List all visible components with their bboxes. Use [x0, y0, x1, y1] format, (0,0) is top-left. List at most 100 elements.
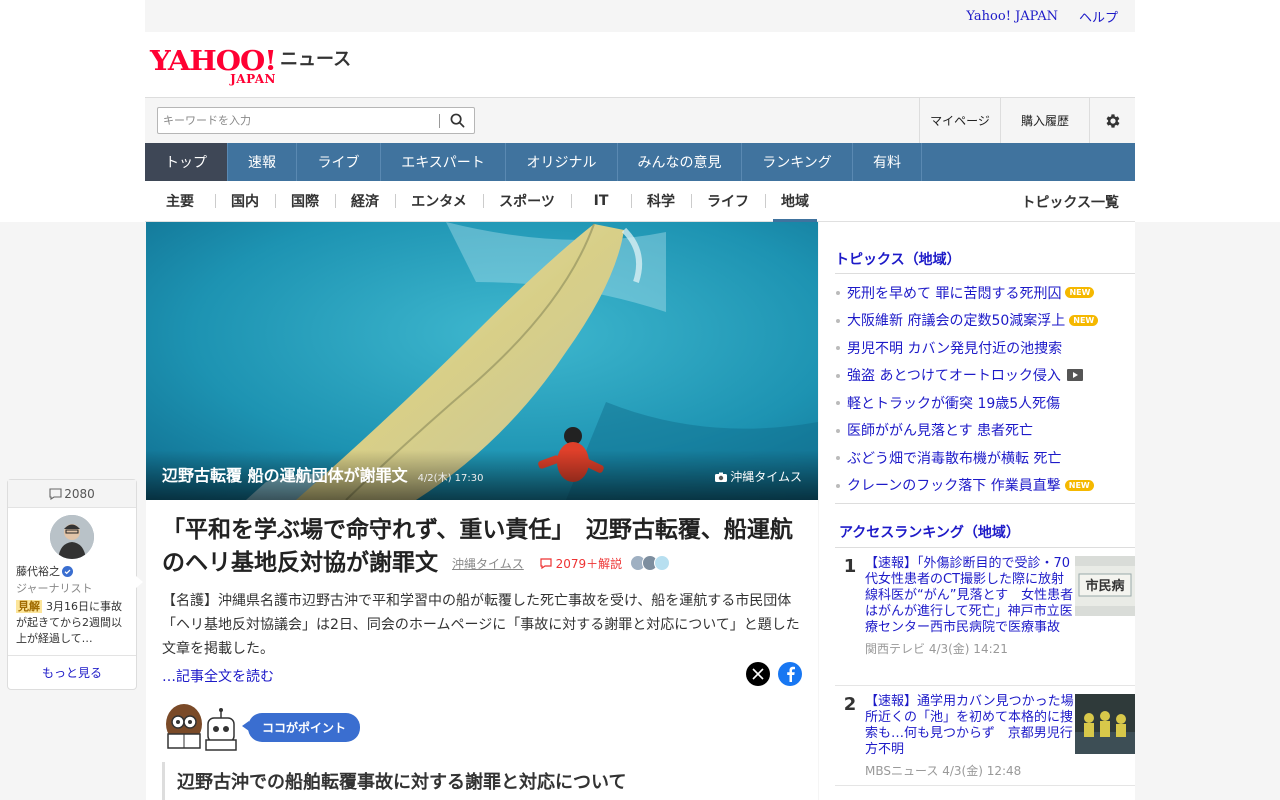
hero-title[interactable]: 辺野古転覆 船の運航団体が謝罪文 — [162, 462, 408, 486]
topics-heading[interactable]: トピックス（地域） — [835, 222, 1135, 274]
subtab-it[interactable]: IT — [571, 181, 631, 222]
see-more-button[interactable]: もっと見る — [8, 655, 136, 689]
tab-opinions[interactable]: みんなの意見 — [618, 143, 742, 181]
rank-title: 【速報】「外傷診断目的で受診・70代女性患者のCT撮影した際に放射線科医が“がん… — [865, 556, 1074, 635]
subtab-domestic[interactable]: 国内 — [215, 181, 275, 222]
tab-breaking[interactable]: 速報 — [228, 143, 297, 181]
yahoo-news-logo[interactable]: YAHOO! JAPAN ニュース — [150, 44, 352, 84]
hero-caption: 辺野古転覆 船の運航団体が謝罪文 4/2(木) 17:30 沖縄タイムス — [146, 450, 818, 500]
svg-text:市民病: 市民病 — [1085, 578, 1124, 594]
subtab-international[interactable]: 国際 — [275, 181, 335, 222]
facebook-logo-icon — [787, 666, 795, 682]
expert-role: ジャーナリスト — [16, 582, 93, 595]
subtab-life[interactable]: ライフ — [691, 181, 765, 222]
article-lead: 【名護】沖縄県名護市辺野古沖で平和学習中の船が転覆した死亡事故を受け、船を運航す… — [162, 593, 800, 657]
search-box — [157, 107, 475, 134]
subtab-local[interactable]: 地域 — [765, 181, 825, 222]
tab-live[interactable]: ライブ — [297, 143, 381, 181]
read-full-article-link[interactable]: …記事全文を読む — [162, 665, 802, 687]
topic-item[interactable]: 大阪維新 府議会の定数50減案浮上 NEW — [835, 307, 1135, 335]
expert-comment-text[interactable]: 見解 3月16日に事故が起きてから2週間以上が経過して… — [8, 596, 136, 654]
search-icon — [450, 113, 464, 128]
search-bar: マイページ 購入履歴 — [145, 98, 1135, 143]
topic-item[interactable]: 医師ががん見落とす 患者死亡 — [835, 417, 1135, 445]
verified-icon — [62, 565, 73, 577]
share-facebook-button[interactable] — [778, 662, 802, 686]
mypage-link[interactable]: マイページ — [919, 98, 1000, 143]
comment-icon — [540, 558, 552, 570]
ranking-item[interactable]: 1 【速報】「外傷診断目的で受診・70代女性患者のCT撮影した際に放射線科医が“… — [835, 548, 1135, 686]
purchase-history-link[interactable]: 購入履歴 — [1000, 98, 1089, 143]
account-menu: マイページ 購入履歴 — [919, 98, 1135, 143]
avatar — [654, 555, 670, 571]
mascot-icon — [166, 704, 237, 751]
topic-item[interactable]: 男児不明 カバン発見付近の池捜索 — [835, 334, 1135, 362]
logo-yahoo-text: YAHOO! — [150, 44, 277, 77]
subtab-economy[interactable]: 経済 — [335, 181, 395, 222]
subtab-science[interactable]: 科学 — [631, 181, 691, 222]
tab-ranking[interactable]: ランキング — [742, 143, 853, 181]
hospital-thumbnail: 市民病 — [1075, 556, 1135, 616]
point-label: ココがポイント — [241, 712, 361, 742]
sub-navigation: 主要 国内 国際 経済 エンタメ スポーツ IT 科学 ライフ 地域 トピックス… — [145, 181, 1135, 222]
share-x-button[interactable] — [746, 662, 770, 686]
article-headline: 「平和を学ぶ場で命守れず、重い責任」 辺野古転覆、船運航のヘリ基地反対協が謝罪文… — [162, 517, 793, 576]
yahoo-japan-link[interactable]: Yahoo! JAPAN — [966, 9, 1058, 24]
expert-name[interactable]: 藤代裕之 — [8, 563, 136, 579]
point-section-header: ココがポイント — [162, 702, 361, 752]
video-icon — [1066, 369, 1083, 382]
comment-icon — [49, 487, 62, 500]
rank-meta: MBSニュース 4/3(金) 12:48 — [865, 764, 1022, 778]
ranking-heading[interactable]: アクセスランキング（地域） — [835, 504, 1135, 548]
search-team-thumbnail — [1075, 694, 1135, 754]
subtab-entertainment[interactable]: エンタメ — [395, 181, 483, 222]
expert-comment-count[interactable]: 2080 — [8, 480, 136, 508]
topic-item[interactable]: 強盗 あとつけてオートロック侵入 — [835, 362, 1135, 390]
camera-icon — [715, 472, 728, 482]
ranking-item[interactable]: 2 【速報】通学用カバン見つかった場所近くの「池」を初めて本格的に捜索も…何も見… — [835, 686, 1135, 786]
logo-row: YAHOO! JAPAN ニュース — [145, 32, 1135, 98]
article-source[interactable]: 沖縄タイムス — [452, 557, 524, 571]
utility-bar: Yahoo! JAPAN ヘルプ — [145, 0, 1135, 32]
topic-item[interactable]: 軽とトラックが衝突 19歳5人死傷 — [835, 389, 1135, 417]
share-buttons — [746, 662, 802, 686]
new-badge: NEW — [1064, 479, 1094, 491]
avatar[interactable] — [50, 515, 94, 559]
topic-item[interactable]: ぶどう畑で消毒散布機が横転 死亡 — [835, 444, 1135, 472]
search-input[interactable] — [158, 108, 439, 133]
search-button[interactable] — [440, 108, 474, 133]
article-summary: 「平和を学ぶ場で命守れず、重い責任」 辺野古転覆、船運航のヘリ基地反対協が謝罪文… — [146, 500, 818, 687]
subtab-main[interactable]: 主要 — [145, 181, 215, 222]
rank-number: 1 — [843, 556, 857, 577]
hero-credit: 沖縄タイムス — [715, 468, 802, 485]
gear-icon — [1106, 113, 1119, 128]
hero-date: 4/2(木) 17:30 — [417, 473, 484, 484]
help-link[interactable]: ヘルプ — [1079, 7, 1118, 26]
topics-list-link[interactable]: トピックス一覧 — [1021, 181, 1119, 222]
tab-paid[interactable]: 有料 — [853, 143, 922, 181]
opinion-label: 見解 — [16, 600, 42, 613]
subtab-sports[interactable]: スポーツ — [483, 181, 571, 222]
expert-comment-card: 2080 藤代裕之 ジャーナリスト 見解 3月16日に事故が起きてから2週間以上が… — [7, 479, 143, 690]
main-navigation: トップ 速報 ライブ エキスパート オリジナル みんなの意見 ランキング 有料 — [145, 143, 1135, 181]
sidebar: トピックス（地域） 死刑を早めて 罪に苦悶する死刑囚 NEW 大阪維新 府議会の定… — [819, 222, 1135, 800]
main-column: 辺野古転覆 船の運航団体が謝罪文 4/2(木) 17:30 沖縄タイムス 「平和… — [146, 222, 818, 800]
header: Yahoo! JAPAN ヘルプ YAHOO! JAPAN ニュース マイページ… — [145, 0, 1135, 222]
rank-title: 【速報】通学用カバン見つかった場所近くの「池」を初めて本格的に捜索も…何も見つか… — [865, 694, 1074, 757]
commenter-avatars — [630, 555, 670, 571]
comment-count[interactable]: 2079＋解説 — [540, 557, 626, 571]
tab-expert[interactable]: エキスパート — [381, 143, 506, 181]
logo-service-text: ニュース — [280, 48, 352, 70]
topic-item[interactable]: 死刑を早めて 罪に苦悶する死刑囚 NEW — [835, 279, 1135, 307]
hero-image[interactable]: 辺野古転覆 船の運航団体が謝罪文 4/2(木) 17:30 沖縄タイムス — [146, 222, 818, 500]
settings-button[interactable] — [1089, 98, 1135, 143]
topics-list: 死刑を早めて 罪に苦悶する死刑囚 NEW 大阪維新 府議会の定数50減案浮上 NEW… — [835, 274, 1135, 504]
new-badge: NEW — [1069, 314, 1099, 326]
point-title[interactable]: 辺野古沖での船舶転覆事故に対する謝罪と対応について — [162, 762, 802, 800]
rank-number: 2 — [843, 694, 857, 715]
tab-original[interactable]: オリジナル — [506, 143, 618, 181]
new-badge: NEW — [1065, 287, 1095, 299]
x-logo-icon — [752, 668, 764, 680]
tab-top[interactable]: トップ — [145, 143, 228, 181]
topic-item[interactable]: クレーンのフック落下 作業員直撃 NEW — [835, 472, 1135, 500]
